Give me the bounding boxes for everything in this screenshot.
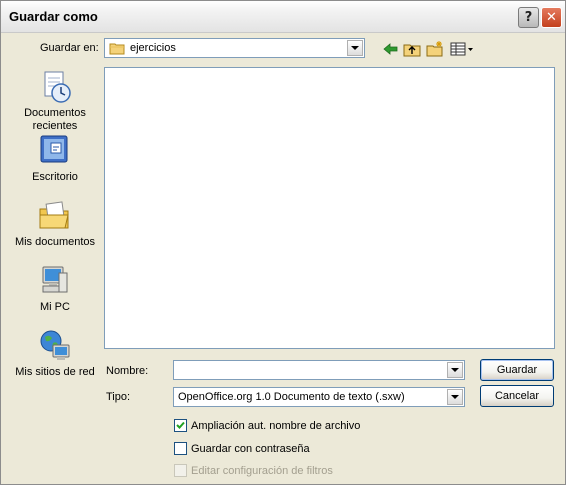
filename-input[interactable] (173, 360, 465, 380)
back-button[interactable] (381, 40, 401, 58)
save-in-value: ejercicios (130, 42, 176, 54)
checkmark-icon (176, 421, 185, 429)
save-password-label: Guardar con contraseña (191, 443, 310, 455)
network-places-icon (40, 330, 70, 360)
save-button-label: Guardar (496, 364, 538, 376)
save-as-dialog: Guardar como ? ✕ Guardar en: ejercicios (0, 0, 566, 485)
cancel-button-label: Cancelar (494, 390, 540, 402)
dialog-title: Guardar como (9, 9, 98, 24)
filetype-label: Tipo: (106, 391, 131, 403)
edit-filter-checkbox (174, 464, 187, 477)
place-desktop[interactable]: Escritorio (7, 133, 103, 184)
new-folder-icon (426, 41, 443, 57)
back-icon (383, 43, 398, 55)
place-label: Mi PC (40, 301, 70, 313)
save-in-combo[interactable]: ejercicios (104, 38, 365, 58)
auto-extension-label: Ampliación aut. nombre de archivo (191, 420, 361, 432)
save-in-label: Guardar en: (40, 42, 99, 54)
new-folder-button[interactable] (425, 40, 445, 58)
up-folder-icon (403, 44, 421, 56)
close-button[interactable]: ✕ (541, 7, 562, 28)
place-network[interactable]: Mis sitios de red (7, 328, 103, 379)
cancel-button[interactable]: Cancelar (480, 385, 554, 407)
desktop-icon (40, 135, 68, 163)
chevron-down-icon[interactable] (447, 362, 463, 378)
place-my-computer[interactable]: Mi PC (7, 263, 103, 314)
place-label: Documentos recientes (24, 107, 86, 132)
view-menu-button[interactable] (450, 40, 474, 58)
filename-label: Nombre: (106, 365, 149, 377)
title-bar[interactable]: Guardar como ? ✕ (1, 1, 565, 33)
auto-extension-checkbox[interactable] (174, 419, 187, 432)
help-button[interactable]: ? (518, 7, 539, 28)
recent-documents-icon (44, 71, 71, 103)
chevron-down-icon[interactable] (347, 40, 363, 56)
place-label: Escritorio (32, 171, 78, 183)
help-icon: ? (524, 10, 533, 25)
chevron-down-icon[interactable] (447, 389, 463, 405)
places-bar: Documentos recientes Escritorio Mis docu… (7, 65, 97, 387)
save-button[interactable]: Guardar (480, 359, 554, 381)
save-password-checkbox[interactable] (174, 442, 187, 455)
filetype-value: OpenOffice.org 1.0 Documento de texto (.… (178, 391, 405, 403)
edit-filter-label: Editar configuración de filtros (191, 465, 333, 477)
place-my-documents[interactable]: Mis documentos (7, 198, 103, 249)
place-label: Mis sitios de red (15, 366, 95, 378)
close-icon: ✕ (546, 10, 557, 25)
place-label: Mis documentos (14, 236, 96, 248)
my-documents-icon (39, 201, 69, 229)
folder-icon (109, 43, 125, 55)
place-recent-documents[interactable]: Documentos recientes (7, 69, 103, 133)
file-list[interactable] (104, 67, 555, 349)
my-computer-icon (42, 266, 68, 293)
up-folder-button[interactable] (402, 40, 422, 58)
view-menu-icon (450, 42, 473, 56)
filetype-select[interactable]: OpenOffice.org 1.0 Documento de texto (.… (173, 387, 465, 407)
